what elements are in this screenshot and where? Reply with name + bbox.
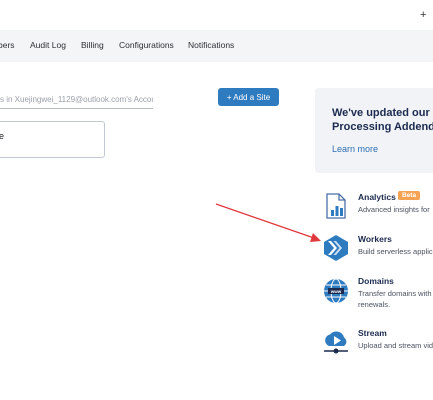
product-stream[interactable]: Stream Upload and stream vid	[322, 328, 433, 364]
globe-icon: www	[322, 276, 350, 304]
learn-more-link[interactable]: Learn more	[332, 144, 378, 154]
workers-icon	[322, 234, 350, 262]
product-title: Domains	[358, 276, 394, 286]
top-bar: + .	[0, 0, 433, 30]
add-menu-button[interactable]: + .	[420, 9, 433, 21]
product-title: Workers	[358, 234, 392, 244]
product-title: Analytics	[358, 192, 396, 202]
product-description: Transfer domains with renewals.	[358, 289, 432, 309]
product-domains[interactable]: www Domains Transfer domains with renewa…	[322, 276, 433, 312]
product-workers[interactable]: Workers Build serverless applic	[322, 234, 433, 270]
product-description: Advanced insights for	[358, 205, 430, 214]
update-notice-card: We've updated our D Processing Addendu L…	[315, 88, 433, 173]
product-description: Upload and stream vid	[358, 341, 433, 350]
stream-icon	[322, 328, 350, 356]
site-search-input[interactable]	[0, 92, 153, 109]
tab-billing[interactable]: Billing	[81, 40, 104, 50]
tab-members[interactable]: bers	[0, 40, 15, 50]
product-description: Build serverless applic	[358, 247, 433, 256]
add-site-button[interactable]: + Add a Site	[218, 88, 279, 106]
update-notice-title: We've updated our D Processing Addendu	[332, 107, 433, 133]
analytics-icon	[322, 192, 350, 220]
product-analytics[interactable]: Analytics Beta Advanced insights for	[322, 191, 433, 228]
tab-configurations[interactable]: Configurations	[119, 40, 174, 50]
svg-text:www: www	[330, 289, 342, 294]
site-card[interactable]: e	[0, 121, 105, 158]
beta-badge: Beta	[398, 191, 421, 200]
product-title: Stream	[358, 328, 387, 338]
account-nav: bers Audit Log Billing Configurations No…	[0, 30, 433, 62]
tab-notifications[interactable]: Notifications	[188, 40, 234, 50]
site-card-label: e	[0, 131, 5, 141]
tab-audit-log[interactable]: Audit Log	[30, 40, 66, 50]
